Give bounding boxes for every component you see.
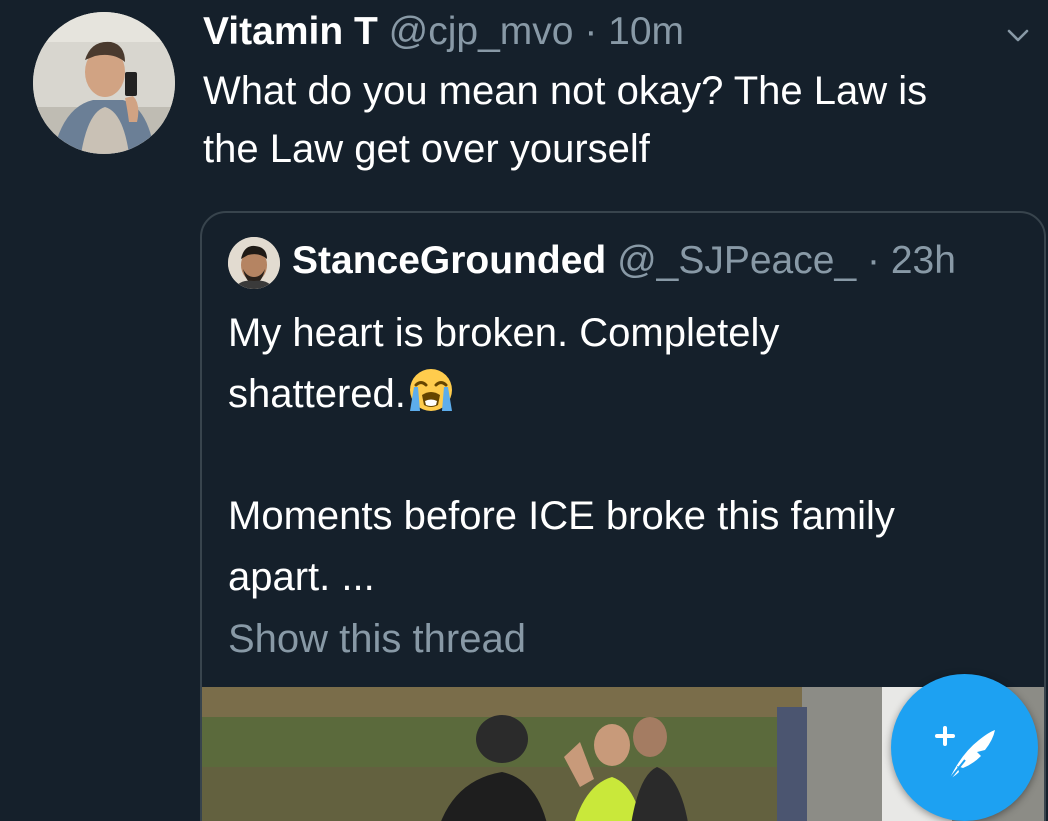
quoted-text-line-with-emoji: shattered. [228,364,1018,425]
tweet-text-line: What do you mean not okay? The Law is [203,69,928,113]
show-this-thread-link[interactable]: Show this thread [228,613,526,665]
author-handle[interactable]: @cjp_mvo [389,10,574,53]
compose-tweet-button[interactable] [891,674,1038,821]
quoted-text-line: shattered. [228,372,406,416]
quoted-author-avatar [228,237,280,289]
tweet-text-line: the Law get over yourself [203,127,650,171]
quoted-timestamp: 23h [890,239,956,282]
author-avatar[interactable] [33,12,175,154]
quoted-text-line: apart. ... [228,555,375,599]
chevron-down-icon[interactable] [1006,24,1030,48]
quoted-text-line: My heart is broken. Completely [228,311,780,355]
compose-tweet-icon [935,726,995,781]
quoted-tweet-text: My heart is broken. Completely shattered… [228,303,1018,608]
quoted-text-line: Moments before ICE broke this family [228,494,895,538]
loudly-crying-face-emoji-icon [406,367,456,413]
quoted-header-separator: · [866,239,880,282]
header-separator: · [584,10,598,53]
tweet-header: Vitamin T @cjp_mvo · 10m [203,8,684,56]
author-display-name[interactable]: Vitamin T [203,10,378,53]
quoted-text-line-blank [228,425,1018,486]
tweet-text: What do you mean not okay? The Law is th… [203,62,1033,178]
tweet[interactable]: Vitamin T @cjp_mvo · 10m What do you mea… [0,0,1048,821]
quoted-display-name: StanceGrounded [292,239,607,282]
quoted-handle: @_SJPeace_ [617,239,857,282]
tweet-timestamp[interactable]: 10m [608,10,684,53]
quoted-tweet-header: StanceGrounded @_SJPeace_ · 23h [292,235,956,287]
